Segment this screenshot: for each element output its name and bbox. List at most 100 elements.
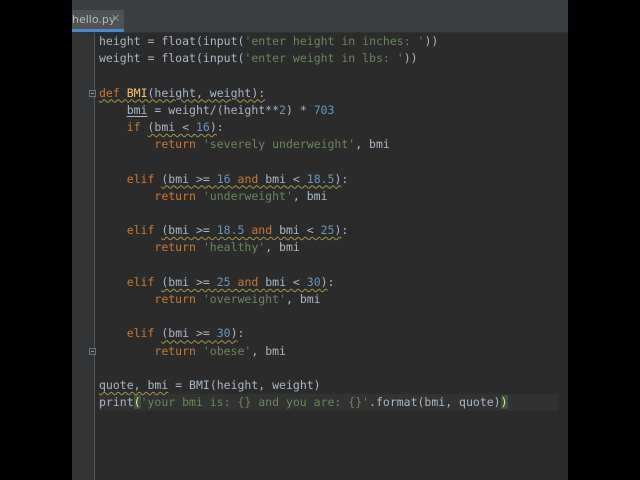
code-token: 18.5 bbox=[306, 171, 335, 186]
code-token: 18.5 bbox=[216, 223, 245, 238]
code-token: input bbox=[202, 51, 238, 66]
ide-window: hello.py ✕ height = float(input('enter h… bbox=[72, 0, 568, 480]
code-token: bmi < bbox=[265, 171, 307, 186]
code-line[interactable]: height = float(input('enter height in in… bbox=[99, 33, 438, 50]
code-line[interactable]: return 'overweight', bmi bbox=[99, 291, 321, 308]
code-line[interactable]: return 'severely underweight', bmi bbox=[99, 136, 390, 153]
code-token: (bmi < bbox=[147, 120, 196, 134]
code-token: : bbox=[341, 171, 349, 186]
code-token: )) bbox=[424, 34, 439, 48]
fold-icon[interactable] bbox=[89, 347, 96, 355]
code-token: 30 bbox=[306, 274, 321, 289]
code-token: (bmi >= bbox=[161, 274, 217, 289]
code-line[interactable]: bmi = weight/(height**2) * 703 bbox=[99, 102, 335, 119]
code-line[interactable]: elif (bmi >= 16 and bmi < 18.5): bbox=[99, 171, 349, 188]
code-token: : bbox=[216, 120, 224, 134]
code-token: and bbox=[230, 274, 266, 289]
code-token: , bmi bbox=[355, 137, 390, 152]
code-token: , bmi bbox=[285, 292, 321, 306]
code-token: 25 bbox=[320, 223, 335, 238]
code-token: return bbox=[154, 240, 196, 255]
code-token: 2 bbox=[279, 102, 286, 117]
code-line[interactable]: weight = float(input('enter weight in lb… bbox=[99, 50, 418, 67]
code-token: ( bbox=[195, 34, 203, 48]
code-token: (bmi >= bbox=[161, 223, 217, 238]
code-token: = bbox=[168, 378, 190, 392]
code-line[interactable]: return 'healthy', bmi bbox=[99, 239, 300, 256]
code-token: ) bbox=[230, 326, 238, 341]
code-token: print bbox=[99, 395, 134, 410]
code-token: elif bbox=[126, 171, 155, 186]
code-token: ) bbox=[209, 120, 217, 134]
code-token: ( bbox=[195, 51, 203, 66]
vertical-scrollbar[interactable] bbox=[558, 33, 568, 480]
code-token: float bbox=[161, 34, 196, 48]
code-token: 'enter weight in lbs: ' bbox=[244, 51, 404, 66]
code-token: 'healthy' bbox=[202, 240, 266, 255]
code-token: 30 bbox=[216, 326, 231, 341]
code-token: 'overweight' bbox=[202, 292, 286, 306]
close-icon[interactable]: ✕ bbox=[111, 12, 120, 25]
code-token: elif bbox=[126, 326, 155, 341]
code-token: : bbox=[341, 223, 349, 238]
code-token: bmi < bbox=[265, 274, 307, 289]
code-line[interactable]: return 'obese', bmi bbox=[99, 343, 286, 360]
code-line[interactable]: elif (bmi >= 30): bbox=[99, 325, 245, 342]
code-token: 'enter height in inches: ' bbox=[244, 34, 425, 48]
code-token: 'underweight' bbox=[202, 188, 293, 203]
code-token: and bbox=[230, 171, 266, 186]
code-token: elif bbox=[126, 274, 155, 289]
fold-icon[interactable] bbox=[89, 89, 96, 97]
code-token: 16 bbox=[216, 171, 231, 186]
code-token: (bmi >= bbox=[161, 171, 217, 186]
code-line[interactable]: print('your bmi is: {} and you are: {}'.… bbox=[99, 394, 508, 411]
code-token: bmi bbox=[126, 102, 148, 117]
code-line[interactable]: quote, bmi = BMI(height, weight) bbox=[99, 377, 321, 394]
code-token: , bmi bbox=[265, 240, 300, 255]
code-token: )) bbox=[403, 51, 418, 66]
code-token: quote, bmi bbox=[99, 378, 169, 392]
code-token: return bbox=[154, 292, 196, 306]
code-token: 703 bbox=[313, 102, 335, 117]
code-line[interactable]: return 'underweight', bmi bbox=[99, 188, 327, 205]
code-token: weight bbox=[99, 51, 141, 66]
code-editor[interactable]: height = float(input('enter height in in… bbox=[99, 33, 568, 480]
code-token: .format(bmi, quote) bbox=[369, 395, 501, 410]
code-token: 'your bmi is: {} and you are: {}' bbox=[140, 395, 370, 410]
code-line[interactable]: def BMI(height, weight): bbox=[99, 85, 265, 102]
code-token: BMI bbox=[126, 85, 148, 100]
code-line[interactable]: if (bmi < 16): bbox=[99, 119, 224, 136]
tab-hello-py[interactable]: hello.py ✕ bbox=[72, 10, 124, 32]
code-token: and bbox=[244, 223, 280, 238]
code-token: 16 bbox=[195, 120, 210, 134]
code-token: float bbox=[161, 51, 196, 66]
editor-tab-bar: hello.py ✕ bbox=[72, 0, 568, 33]
code-line[interactable]: elif (bmi >= 18.5 and bmi < 25): bbox=[99, 222, 349, 239]
code-line[interactable]: elif (bmi >= 25 and bmi < 30): bbox=[99, 274, 335, 291]
code-token: 'severely underweight' bbox=[202, 137, 356, 152]
code-token: 'obese' bbox=[202, 343, 252, 358]
code-token: bmi < bbox=[279, 223, 321, 238]
code-token: return bbox=[154, 343, 196, 358]
code-token: (height, weight): bbox=[147, 85, 266, 100]
code-token: height bbox=[99, 34, 141, 48]
code-token: return bbox=[154, 137, 196, 152]
code-token: return bbox=[154, 188, 196, 203]
code-token: ( bbox=[133, 395, 141, 410]
code-token: elif bbox=[126, 223, 155, 238]
code-token: : bbox=[327, 274, 335, 289]
